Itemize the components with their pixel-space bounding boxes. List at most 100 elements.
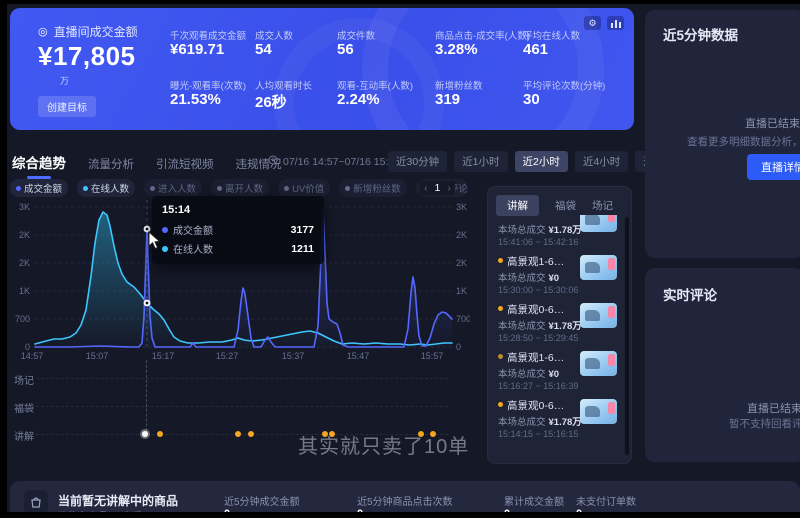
explain-marker-dot[interactable] bbox=[142, 431, 148, 437]
list-item[interactable]: 高景观1-6岁宝宝T1... 本场总成交¥0 15:16:27 ~ 15:16:… bbox=[498, 350, 617, 398]
y-tick: 2K bbox=[19, 230, 30, 240]
stat-label: 近5分钟成交金额 bbox=[224, 493, 300, 508]
gmv-dot-icon bbox=[16, 186, 21, 191]
tab-traffic-analysis[interactable]: 流量分析 bbox=[88, 156, 134, 172]
dot-icon bbox=[284, 186, 289, 191]
row-label-scene-note: 场记 bbox=[14, 372, 34, 387]
y-tick: 2K bbox=[19, 258, 30, 268]
no-explaining-product-title: 当前暂无讲解中的商品 bbox=[58, 492, 178, 509]
metric-value: ¥619.71 bbox=[170, 41, 224, 58]
x-tick: 15:07 bbox=[86, 351, 109, 361]
range-1h[interactable]: 近1小时 bbox=[454, 151, 507, 172]
bottom-status-bar: 当前暂无讲解中的商品 购物车商品 查看 近5分钟成交金额 0 近5分钟商品点击次… bbox=[10, 481, 800, 512]
legend-online[interactable]: 在线人数 bbox=[77, 179, 135, 197]
y-tick-right: 1K bbox=[456, 286, 467, 296]
tooltip-time: 15:14 bbox=[162, 204, 314, 216]
stat-value: 0 bbox=[576, 508, 582, 512]
metric-value: 21.53% bbox=[170, 91, 221, 108]
metric-value: 56 bbox=[337, 41, 354, 58]
item-dot-icon bbox=[498, 354, 503, 359]
list-item[interactable]: 高景观0-6岁宝宝溜... 本场总成交¥1.78万 15:14:15 ~ 15:… bbox=[498, 398, 617, 446]
view-link[interactable]: 查看 bbox=[122, 508, 142, 512]
cart-products-label: 购物车商品 bbox=[58, 508, 108, 512]
crosshair-extension bbox=[146, 360, 147, 436]
panel-hint: 查看更多明细数据分析，请 bbox=[687, 134, 800, 149]
mini-chart-icon[interactable] bbox=[607, 16, 624, 30]
live-detail-button[interactable]: 直播详情 bbox=[747, 154, 800, 180]
metric-label: 新增粉丝数 bbox=[435, 78, 483, 92]
legend-leave[interactable]: 离开人数 bbox=[211, 179, 269, 197]
product-thumbnail bbox=[580, 255, 617, 280]
explain-marker-dot[interactable] bbox=[248, 431, 254, 437]
page-prev-button[interactable]: ‹ bbox=[424, 182, 428, 194]
metric-value: 54 bbox=[255, 41, 272, 58]
tooltip-row: 在线人数 1211 bbox=[162, 241, 314, 256]
product-thumbnail bbox=[580, 399, 617, 424]
list-item[interactable]: 高景观0-6岁宝宝溜... 本场总成交¥1.78万 15:28:50 ~ 15:… bbox=[498, 302, 617, 350]
panel-title: 实时评论 bbox=[663, 284, 717, 304]
page-number: 1 bbox=[435, 182, 441, 194]
page-next-button[interactable]: › bbox=[447, 182, 451, 194]
dot-icon bbox=[150, 186, 155, 191]
y-tick-right: 2K bbox=[456, 258, 467, 268]
y-tick: 3K bbox=[19, 202, 30, 212]
legend-gmv[interactable]: 成交金额 bbox=[10, 179, 68, 197]
recent-5min-panel: 近5分钟数据 直播已结束 查看更多明细数据分析，请 直播详情 bbox=[645, 10, 800, 258]
metric-value: 26秒 bbox=[255, 91, 287, 112]
item-dot-icon bbox=[498, 258, 503, 263]
legend-new-fans[interactable]: 新增粉丝数 bbox=[339, 179, 407, 197]
tab-lucky-bag[interactable]: 福袋 bbox=[555, 198, 576, 213]
range-4h[interactable]: 近4小时 bbox=[575, 151, 628, 172]
stat-value: 0 bbox=[504, 508, 510, 512]
tab-explain[interactable]: 讲解 bbox=[496, 195, 539, 216]
live-ended-status: 直播已结束 bbox=[745, 115, 800, 131]
kpi-banner: ⚙ ◎ 直播间成交金额 ¥17,805 万 创建目标 千次观看成交金额 ¥619… bbox=[10, 8, 634, 130]
banner-unit: 万 bbox=[60, 74, 69, 87]
row-label-explain: 讲解 bbox=[14, 428, 34, 443]
explain-list-viewport: 本场总成交¥1.78万 15:41:06 ~ 15:42:16 高景观1-6岁宝… bbox=[488, 215, 631, 461]
create-goal-button[interactable]: 创建目标 bbox=[38, 96, 96, 117]
metric-label: 平均评论次数(分钟) bbox=[523, 78, 605, 92]
metric-label: 曝光-观看率(次数) bbox=[170, 78, 246, 92]
x-tick: 15:47 bbox=[347, 351, 370, 361]
range-2h[interactable]: 近2小时 bbox=[515, 151, 568, 172]
metric-value: 3.28% bbox=[435, 41, 478, 58]
clock-icon bbox=[268, 155, 278, 168]
x-tick: 15:37 bbox=[282, 351, 305, 361]
stat-value: 0 bbox=[357, 508, 363, 512]
x-tick: 15:57 bbox=[421, 351, 444, 361]
date-range: 07/16 14:57~07/16 15:59 bbox=[283, 156, 400, 168]
gear-icon[interactable]: ⚙ bbox=[584, 16, 601, 30]
y-tick-right: 700 bbox=[456, 314, 470, 324]
explain-marker-dot[interactable] bbox=[235, 431, 241, 437]
tab-overall-trend[interactable]: 综合趋势 bbox=[12, 152, 66, 172]
realtime-comments-panel: 实时评论 直播已结束 暂不支持回看评论 bbox=[645, 268, 800, 462]
explain-marker-dot[interactable] bbox=[157, 431, 163, 437]
item-dot-icon bbox=[498, 306, 503, 311]
dot-icon bbox=[345, 186, 350, 191]
tab-scene-note[interactable]: 场记 bbox=[592, 198, 613, 213]
chart-tooltip: 15:14 成交金额 3177 在线人数 1211 bbox=[152, 196, 324, 264]
metric-value: 30 bbox=[523, 91, 540, 108]
stat-label: 近5分钟商品点击次数 bbox=[357, 493, 453, 508]
online-dot-icon bbox=[83, 186, 88, 191]
x-tick: 15:27 bbox=[216, 351, 239, 361]
product-thumbnail bbox=[580, 303, 617, 328]
list-scrollbar[interactable] bbox=[625, 217, 629, 455]
online-dot-icon bbox=[162, 246, 168, 252]
range-30min[interactable]: 近30分钟 bbox=[388, 151, 447, 172]
metric-label: 千次观看成交金额 bbox=[170, 28, 246, 42]
tab-short-video[interactable]: 引流短视频 bbox=[156, 156, 214, 172]
mouse-cursor bbox=[148, 231, 161, 250]
list-item[interactable]: 本场总成交¥1.78万 15:41:06 ~ 15:42:16 bbox=[498, 215, 617, 254]
explain-list-panel: 讲解 福袋 场记 本场总成交¥1.78万 15:41:06 ~ 15:42:16… bbox=[487, 186, 632, 464]
y-tick-right: 0 bbox=[456, 342, 461, 352]
row-divider bbox=[36, 378, 448, 379]
legend-enter[interactable]: 进入人数 bbox=[144, 179, 202, 197]
overlay-watermark-text: 其实就只卖了10单 bbox=[298, 430, 469, 459]
legend-uv[interactable]: UV价值 bbox=[278, 179, 330, 197]
stat-value: 0 bbox=[224, 508, 230, 512]
metric-label: 观看-互动率(人数) bbox=[337, 78, 413, 92]
list-item[interactable]: 高景观1-6岁宝宝T1... 本场总成交¥0 15:30:00 ~ 15:30:… bbox=[498, 254, 617, 302]
metric-value: 461 bbox=[523, 41, 548, 58]
